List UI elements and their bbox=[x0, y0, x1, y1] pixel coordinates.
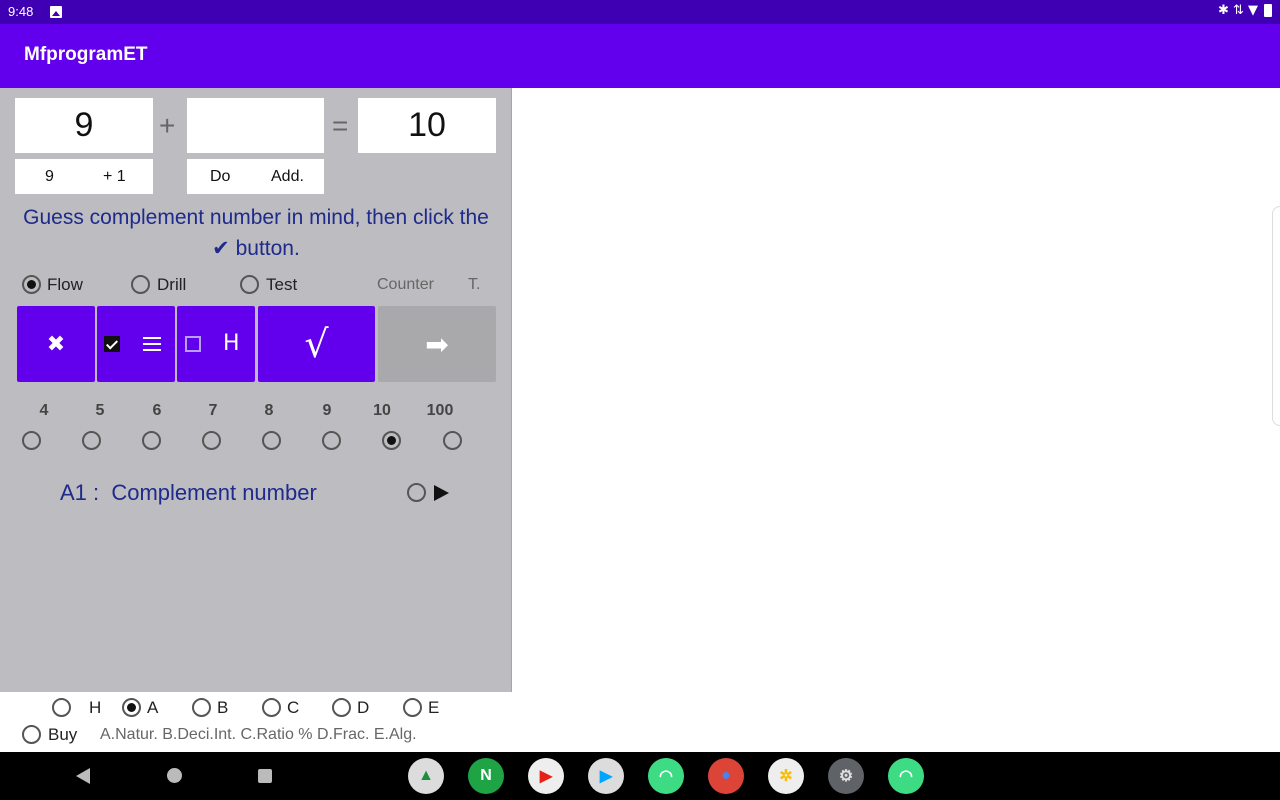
number-radio-7[interactable] bbox=[202, 431, 221, 450]
recents-icon[interactable] bbox=[258, 769, 272, 783]
image-notification-icon bbox=[50, 6, 62, 18]
number-label-7: 7 bbox=[208, 402, 218, 419]
list-toggle-button[interactable] bbox=[97, 306, 175, 382]
number-radio-8[interactable] bbox=[262, 431, 281, 450]
level-label-a: A bbox=[147, 698, 159, 717]
back-icon[interactable] bbox=[76, 768, 90, 784]
close-button[interactable]: ✖ bbox=[17, 306, 95, 382]
level-label-c: C bbox=[287, 698, 300, 717]
operation-box[interactable]: Do Add. bbox=[187, 159, 324, 194]
mode-drill-label: Drill bbox=[157, 275, 187, 294]
lesson-title: A1 : Complement number bbox=[60, 480, 317, 505]
settings-icon[interactable]: ⚙ bbox=[828, 758, 864, 794]
level-legend: A.Natur. B.Deci.Int. C.Ratio % D.Frac. E… bbox=[100, 726, 417, 743]
android-app-icon-2[interactable]: ◠ bbox=[888, 758, 924, 794]
number-label-4: 4 bbox=[39, 402, 49, 419]
check-icon: √ bbox=[304, 322, 329, 366]
level-label-b: B bbox=[217, 698, 229, 717]
mode-flow-radio[interactable] bbox=[22, 275, 41, 294]
number-radio-5[interactable] bbox=[82, 431, 101, 450]
h-toggle-button[interactable]: H bbox=[177, 306, 255, 382]
mode-test-radio[interactable] bbox=[240, 275, 259, 294]
hint-left-b: + 1 bbox=[103, 168, 126, 185]
number-label-10: 10 bbox=[373, 402, 391, 419]
operation-add: Add. bbox=[271, 168, 304, 185]
exercise-panel: 9 + = 10 9 + 1 Do Add. Guess complement … bbox=[0, 88, 512, 692]
home-icon[interactable] bbox=[167, 768, 182, 783]
hint-left-a: 9 bbox=[45, 168, 54, 185]
result-value: 10 bbox=[358, 98, 496, 153]
answer-input[interactable] bbox=[187, 98, 324, 153]
status-icons-text: ✱ ⇅ ▼ bbox=[1217, 3, 1258, 18]
app-title: MfprogramET bbox=[24, 44, 148, 65]
photos-icon[interactable]: ✲ bbox=[768, 758, 804, 794]
level-selector: H A B C D E Buy A.Natur. B.Deci.Int. C.R… bbox=[0, 692, 512, 752]
level-radio-a[interactable] bbox=[122, 698, 141, 717]
next-button[interactable]: ➡ bbox=[378, 306, 496, 382]
mode-flow-label: Flow bbox=[47, 275, 83, 294]
level-label-h: H bbox=[89, 698, 102, 717]
level-label-e: E bbox=[428, 698, 440, 717]
level-radio-c[interactable] bbox=[262, 698, 281, 717]
close-icon: ✖ bbox=[46, 331, 66, 357]
android-app-icon[interactable]: ◠ bbox=[648, 758, 684, 794]
number-label-5: 5 bbox=[95, 402, 105, 419]
level-radio-d[interactable] bbox=[332, 698, 351, 717]
counter-label: Counter bbox=[377, 276, 434, 293]
app-bar: MfprogramET bbox=[0, 24, 1280, 88]
equals-sign: = bbox=[332, 110, 349, 141]
menu-icon bbox=[143, 337, 161, 351]
status-bar: 9:48 ✱ ⇅ ▼ bbox=[0, 0, 1280, 24]
buy-label: Buy bbox=[48, 725, 78, 744]
screen: 9:48 ✱ ⇅ ▼ MfprogramET 9 + = 10 9 + 1 Do… bbox=[0, 0, 1280, 800]
number-label-8: 8 bbox=[264, 402, 274, 419]
operation-do: Do bbox=[210, 168, 231, 185]
instruction-text: Guess complement number in mind, then cl… bbox=[23, 206, 489, 260]
mode-test-label: Test bbox=[266, 275, 298, 294]
chrome-icon[interactable]: ● bbox=[708, 758, 744, 794]
status-icons: ✱ ⇅ ▼ bbox=[1218, 3, 1272, 18]
play-store-icon[interactable]: ▶ bbox=[588, 758, 624, 794]
level-label-d: D bbox=[357, 698, 370, 717]
n-app-icon[interactable]: N bbox=[468, 758, 504, 794]
buy-radio[interactable] bbox=[22, 725, 41, 744]
drive-icon[interactable]: ▲ bbox=[408, 758, 444, 794]
number-radio-100[interactable] bbox=[443, 431, 462, 450]
number-label-100: 100 bbox=[426, 402, 454, 419]
number-label-9: 9 bbox=[322, 402, 332, 419]
level-radio-e[interactable] bbox=[403, 698, 422, 717]
check-button[interactable]: √ bbox=[258, 306, 375, 382]
arrow-right-icon: ➡ bbox=[425, 327, 449, 361]
list-checkbox[interactable] bbox=[104, 336, 120, 352]
h-label: H bbox=[223, 331, 240, 356]
plus-sign: + bbox=[159, 110, 176, 141]
side-panel-handle[interactable] bbox=[1272, 206, 1280, 426]
number-label-6: 6 bbox=[152, 402, 162, 419]
number-radio-4[interactable] bbox=[22, 431, 41, 450]
number-radio-6[interactable] bbox=[142, 431, 161, 450]
mode-drill-radio[interactable] bbox=[131, 275, 150, 294]
play-icon[interactable] bbox=[434, 485, 449, 501]
timer-label: T. bbox=[468, 276, 481, 293]
number-radio-10[interactable] bbox=[382, 431, 401, 450]
status-time: 9:48 bbox=[8, 4, 34, 19]
number-radio-9[interactable] bbox=[322, 431, 341, 450]
level-radio-b[interactable] bbox=[192, 698, 211, 717]
h-checkbox[interactable] bbox=[185, 336, 201, 352]
hint-box-left: 9 + 1 bbox=[15, 159, 153, 194]
left-operand: 9 bbox=[15, 98, 153, 153]
navigation-bar: ▲ N ▶ ▶ ◠ ● ✲ ⚙ ◠ bbox=[0, 752, 1280, 800]
battery-icon bbox=[1264, 4, 1272, 17]
level-radio-h[interactable] bbox=[52, 698, 71, 717]
lesson-radio[interactable] bbox=[407, 483, 426, 502]
youtube-icon[interactable]: ▶ bbox=[528, 758, 564, 794]
